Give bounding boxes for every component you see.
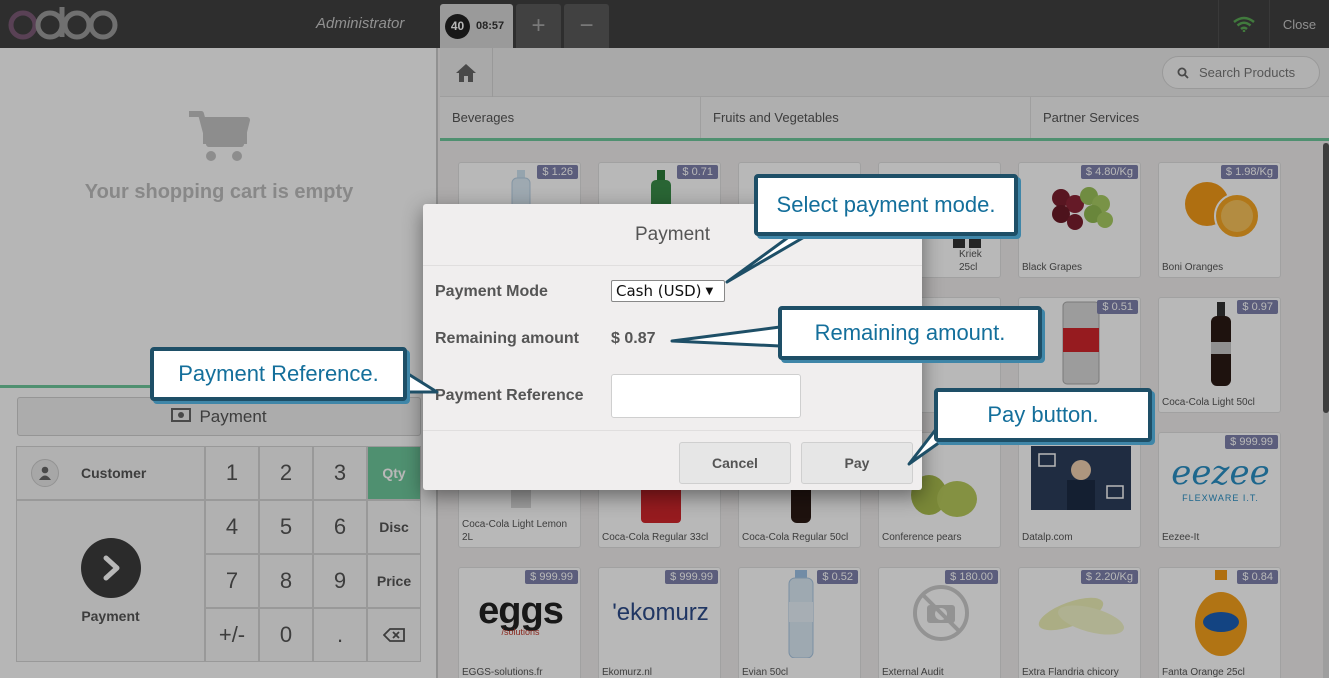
payment-reference-input[interactable] [611,374,801,418]
remaining-amount-label: Remaining amount [435,330,580,347]
callout-select-mode: Select payment mode. [754,174,1018,236]
payment-mode-value: Cash (USD) [616,282,702,300]
remaining-amount-value: $ 0.87 [611,330,656,347]
callout-remaining: Remaining amount. [778,306,1042,360]
dialog-footer: Cancel Pay [423,430,922,490]
payment-mode-label: Payment Mode [435,283,548,300]
callout-pay: Pay button. [934,388,1152,442]
cancel-button[interactable]: Cancel [679,442,791,484]
payment-reference-label: Payment Reference [435,387,584,404]
payment-mode-select[interactable]: Cash (USD) ▼ [611,280,725,302]
dropdown-arrow-icon: ▼ [705,285,714,297]
pay-button[interactable]: Pay [801,442,913,484]
callout-reference: Payment Reference. [150,347,407,401]
